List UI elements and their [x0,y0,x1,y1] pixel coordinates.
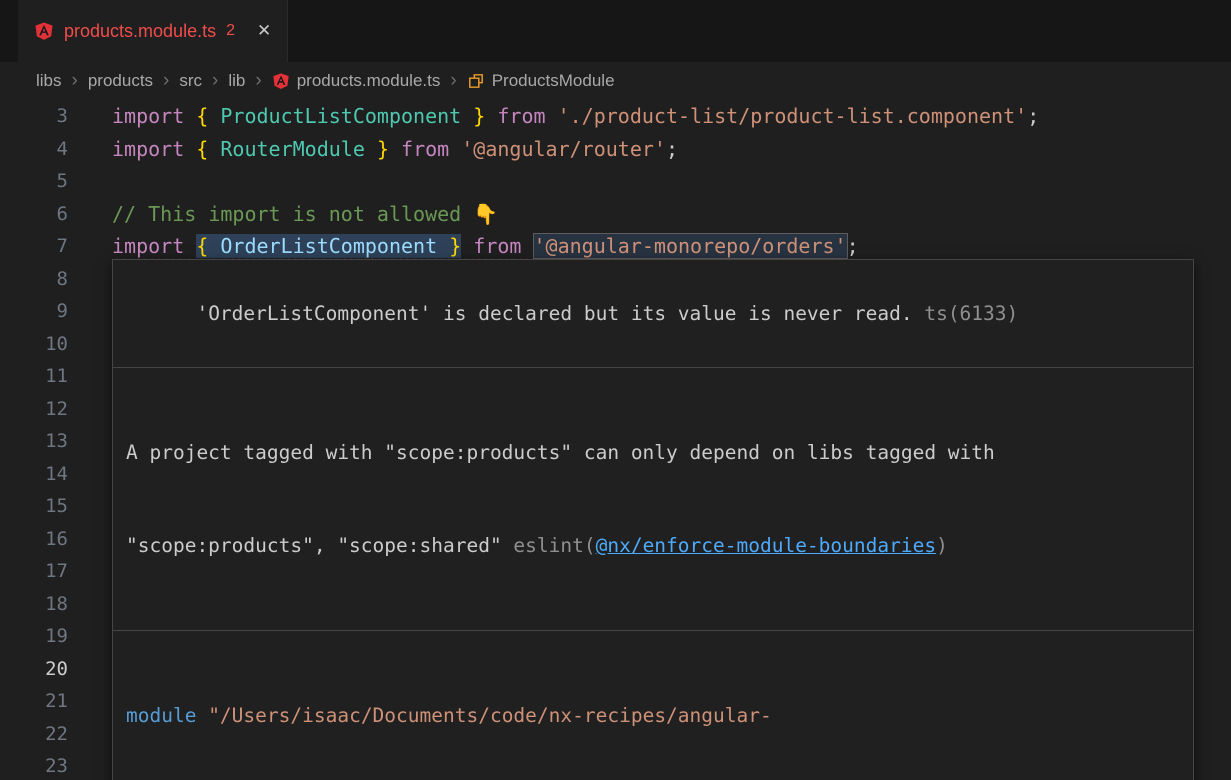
breadcrumb-label: products.module.ts [297,71,441,91]
chevron-right-icon: › [212,70,218,92]
breadcrumb-label: ProductsModule [492,71,615,91]
line-number: 12 [0,393,68,426]
breadcrumb-label: src [179,71,202,91]
vscode-window: products.module.ts 2 ✕ libs › products › src… [0,0,1231,780]
line-number: 18 [0,588,68,621]
line-number: 5 [0,165,68,198]
code-line-4[interactable]: 4 import { RouterModule } from '@angular/… [0,133,1231,166]
chevron-right-icon: › [450,70,456,92]
line-number: 3 [0,100,68,133]
line-number: 8 [0,263,68,296]
line-number: 15 [0,490,68,523]
eslint-line-2: "scope:products", "scope:shared" eslint(… [126,530,1180,561]
line-number: 13 [0,425,68,458]
line-number: 11 [0,360,68,393]
ts-diagnostic-message: 'OrderListComponent' is declared but its… [113,260,1193,368]
line-number: 14 [0,458,68,491]
breadcrumb-item-libs[interactable]: libs [36,71,62,91]
code-text [112,165,1231,198]
eslint-rule-link[interactable]: @nx/enforce-module-boundaries [596,534,936,557]
line-number: 10 [0,328,68,361]
diagnostic-text: 'OrderListComponent' is declared but its… [196,302,912,325]
line-number: 23 [0,750,68,780]
module-info: module "/Users/isaac/Documents/code/nx-r… [113,631,1193,780]
breadcrumb-item-products-module-ts[interactable]: products.module.ts [272,71,441,91]
breadcrumb: libs › products › src › lib › products.module.t… [0,62,1231,100]
code-line-5[interactable]: 5 [0,165,1231,198]
breadcrumb-item-lib[interactable]: lib [228,71,245,91]
line-number: 4 [0,133,68,166]
line-number: 22 [0,718,68,751]
code-text: import { OrderListComponent } from '@ang… [112,230,1231,263]
angular-icon [272,72,290,90]
angular-icon [34,21,54,41]
breadcrumb-label: libs [36,71,62,91]
line-number: 6 [0,198,68,231]
class-symbol-icon [467,72,485,90]
tab-bar: products.module.ts 2 ✕ [0,0,1231,62]
line-number: 20 [0,653,68,686]
breadcrumb-label: lib [228,71,245,91]
problem-hover-popup: 'OrderListComponent' is declared but its… [112,259,1194,780]
diagnostic-source: ts(6133) [913,302,1019,325]
code-line-6[interactable]: 6 // This import is not allowed 👇 [0,198,1231,231]
chevron-right-icon: › [163,70,169,92]
breadcrumb-item-products[interactable]: products [88,71,153,91]
line-number: 19 [0,620,68,653]
line-number: 9 [0,295,68,328]
tab-title: products.module.ts [64,21,216,42]
breadcrumb-item-productsmodule[interactable]: ProductsModule [467,71,615,91]
module-line-1: module "/Users/isaac/Documents/code/nx-r… [126,700,1180,731]
code-text: // This import is not allowed 👇 [112,198,1231,231]
line-number: 7 [0,230,68,263]
breadcrumb-label: products [88,71,153,91]
code-line-3[interactable]: 3 import { ProductListComponent } from '.… [0,100,1231,133]
code-text: import { RouterModule } from '@angular/r… [112,133,1231,166]
code-text: import { ProductListComponent } from './… [112,100,1231,133]
line-number: 21 [0,685,68,718]
code-line-7[interactable]: 7 import { OrderListComponent } from '@an… [0,230,1231,263]
eslint-line-1: A project tagged with "scope:products" c… [126,437,1180,468]
tab-problems-badge: 2 [226,22,235,40]
close-icon[interactable]: ✕ [257,21,271,41]
line-number: 16 [0,523,68,556]
line-number: 17 [0,555,68,588]
chevron-right-icon: › [255,70,261,92]
chevron-right-icon: › [72,70,78,92]
breadcrumb-item-src[interactable]: src [179,71,202,91]
tab-products-module-ts[interactable]: products.module.ts 2 ✕ [18,0,288,62]
eslint-diagnostic-message: A project tagged with "scope:products" c… [113,368,1193,631]
